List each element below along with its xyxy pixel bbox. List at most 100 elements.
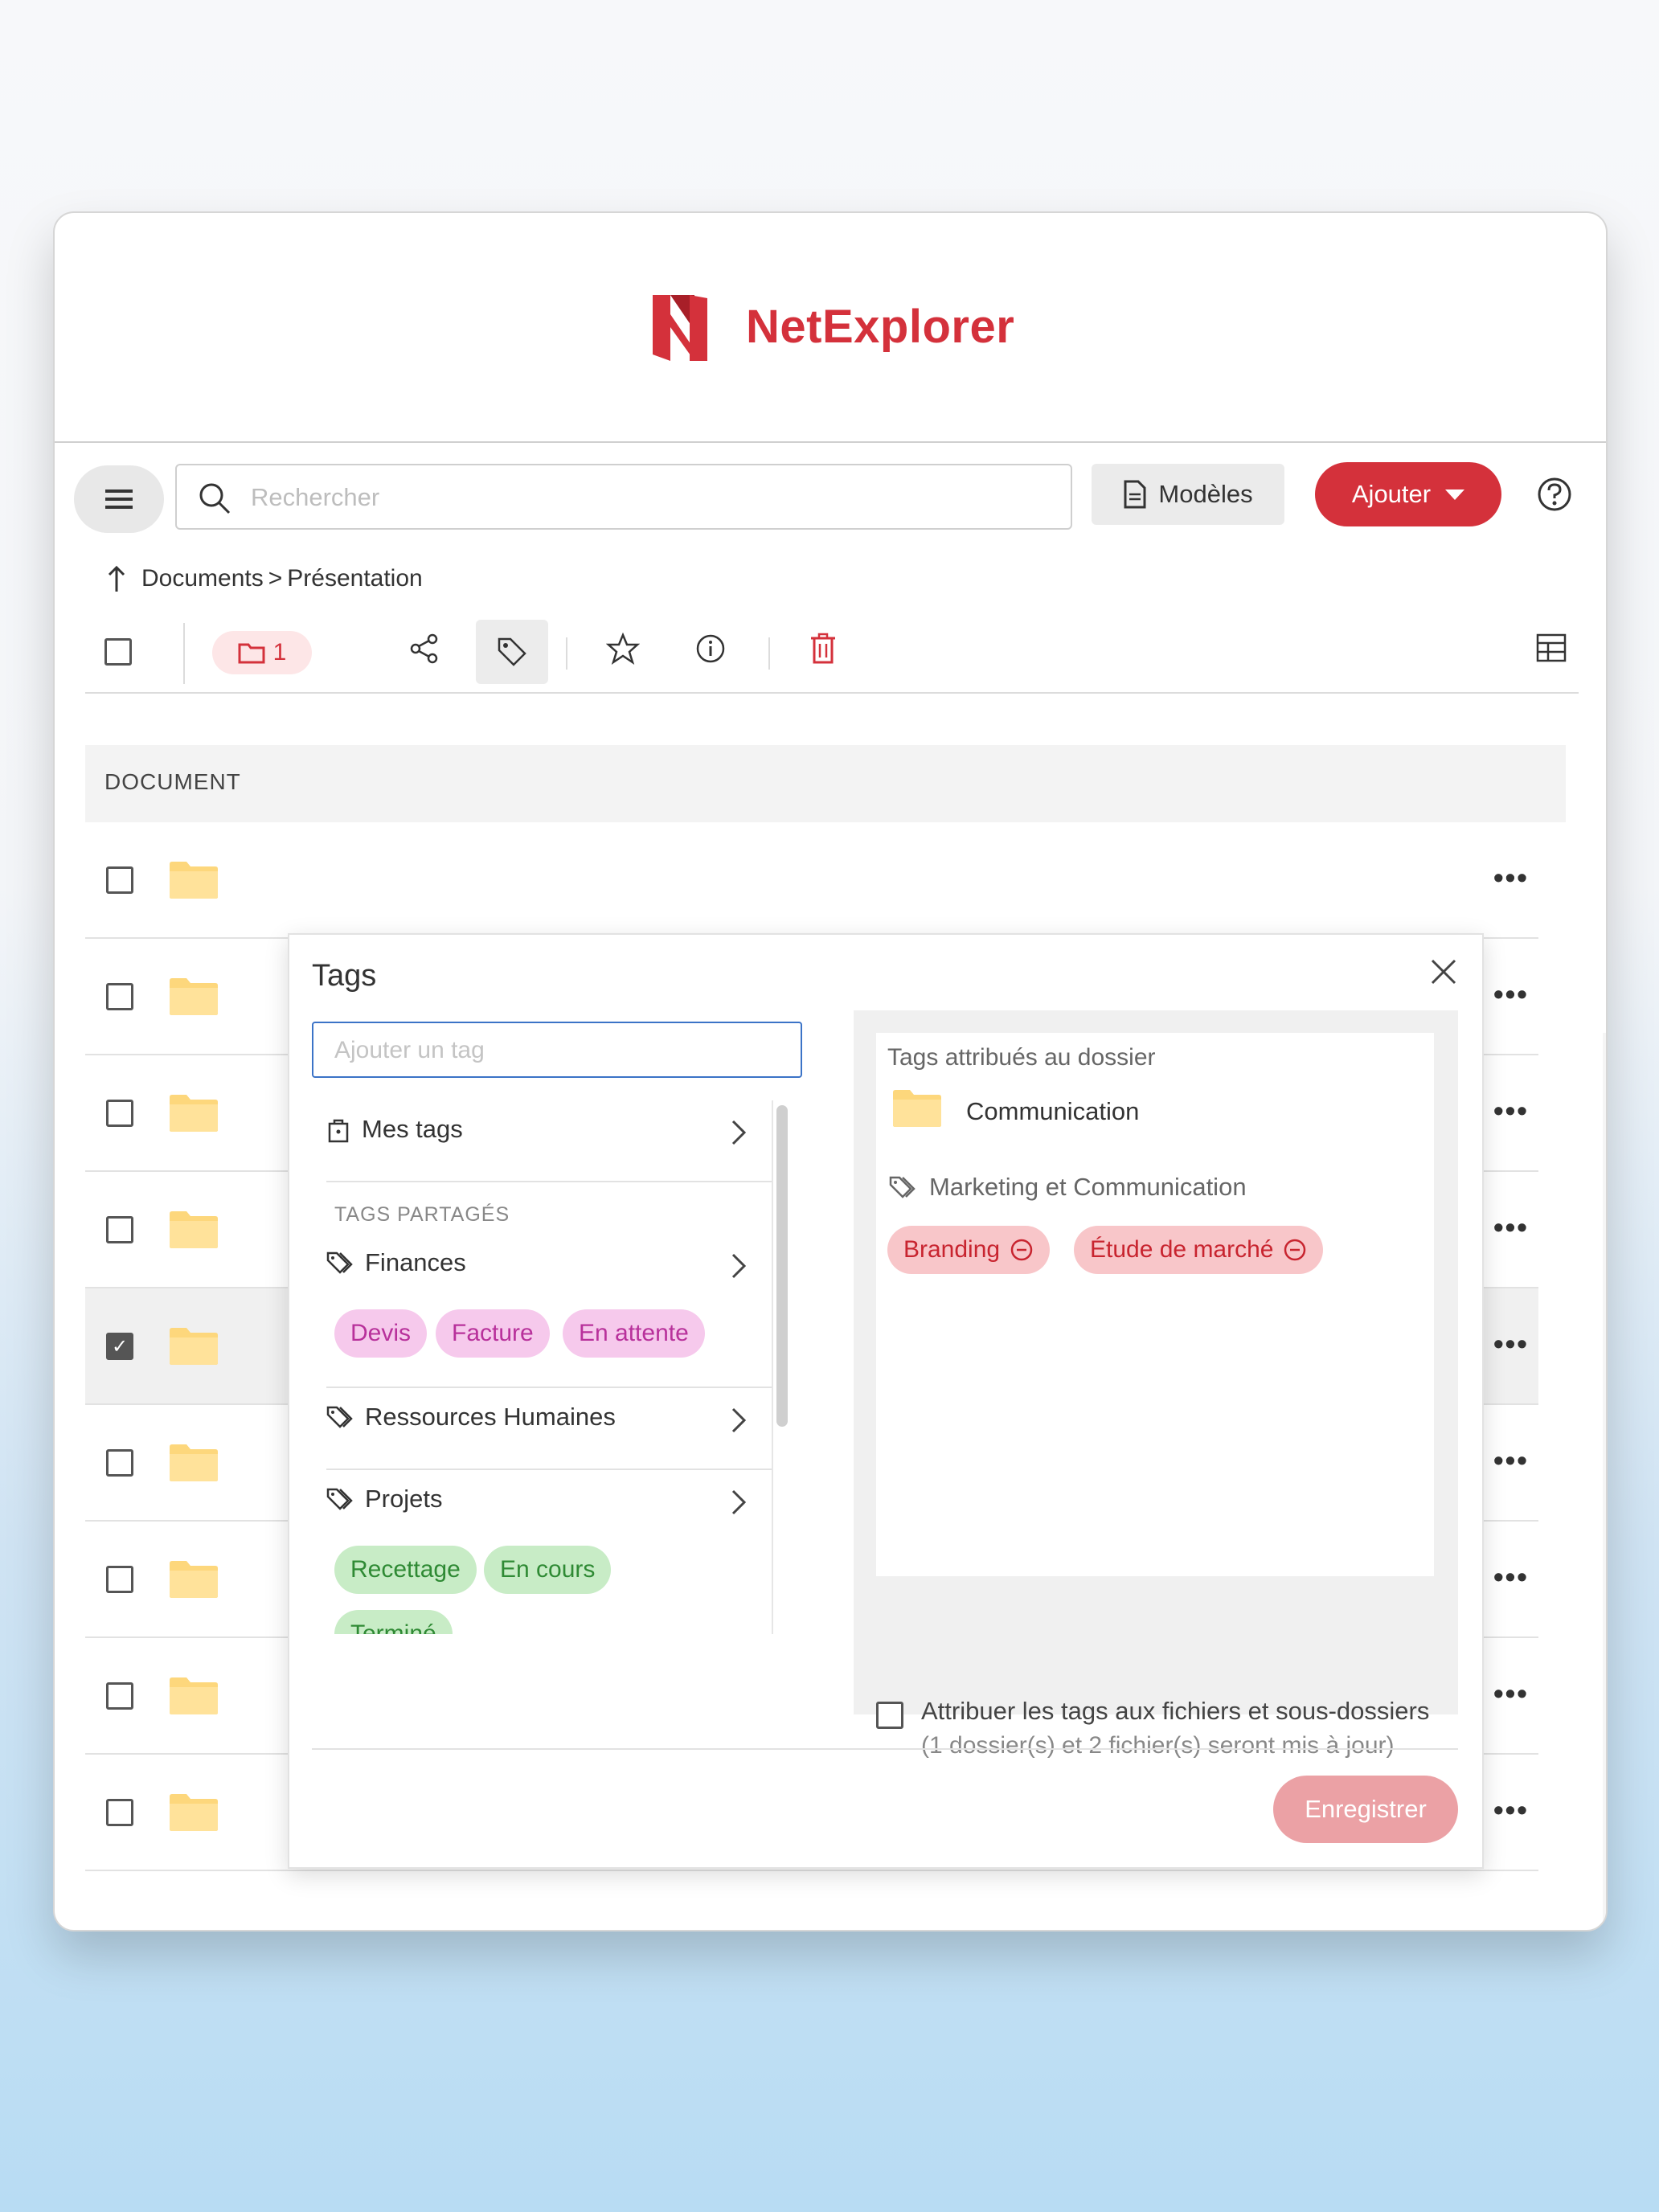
assigned-folder-name: Communication (966, 1097, 1140, 1125)
remove-circle-icon[interactable] (1010, 1238, 1034, 1262)
help-icon[interactable] (1537, 477, 1572, 512)
more-actions-icon[interactable]: ••• (1493, 1560, 1529, 1594)
breadcrumb: Documents > Présentation (104, 559, 423, 599)
table-row[interactable]: ••• (85, 822, 1538, 939)
folder-icon (170, 1328, 218, 1365)
apply-recursive-checkbox[interactable] (876, 1702, 903, 1729)
assigned-tag-chip: Branding (887, 1226, 1051, 1274)
apply-recursive-label: Attribuer les tags aux fichiers et sous-… (921, 1697, 1430, 1725)
folder-icon (170, 978, 218, 1015)
assigned-group-name: Marketing et Communication (929, 1173, 1247, 1201)
tag-group-finances[interactable]: Finances (326, 1248, 776, 1279)
info-icon[interactable] (694, 633, 727, 665)
arrow-up-icon[interactable] (104, 564, 129, 593)
folder-outline-icon (238, 643, 265, 664)
document-icon (1124, 480, 1146, 509)
more-actions-icon[interactable]: ••• (1493, 1327, 1529, 1361)
tag-chip[interactable]: Facture (436, 1309, 550, 1358)
breadcrumb-separator: > (268, 565, 283, 592)
row-checkbox[interactable] (106, 1799, 133, 1826)
toolbar-underline (85, 692, 1579, 694)
folder-icon (893, 1090, 941, 1127)
list-divider (326, 1469, 772, 1470)
assigned-tag-group: Marketing et Communication (889, 1173, 1247, 1202)
folder-icon (170, 862, 218, 899)
close-icon[interactable] (1429, 957, 1458, 986)
row-checkbox[interactable] (106, 1682, 133, 1710)
dialog-footer-divider (312, 1748, 1458, 1750)
tag-group-rh[interactable]: Ressources Humaines (326, 1403, 776, 1433)
assigned-tags-area: Tags attribués au dossier Communication … (854, 1010, 1458, 1759)
chevron-right-icon (731, 1120, 747, 1145)
assigned-tag-label: Étude de marché (1090, 1236, 1274, 1263)
shared-tags-section-label: TAGS PARTAGÉS (334, 1203, 510, 1226)
trash-icon[interactable] (809, 633, 838, 665)
more-actions-icon[interactable]: ••• (1493, 977, 1529, 1011)
table-scroll-track[interactable] (1603, 1033, 1606, 1930)
tag-chip[interactable]: Recettage (334, 1546, 477, 1594)
more-actions-icon[interactable]: ••• (1493, 861, 1529, 895)
my-tags-item[interactable]: Mes tags (326, 1115, 776, 1145)
more-actions-icon[interactable]: ••• (1493, 1210, 1529, 1244)
tag-group-projets[interactable]: Projets (326, 1485, 776, 1515)
row-checkbox[interactable] (106, 866, 133, 894)
tags-dialog: Tags Mes tags TAGS PARTAGÉS (288, 933, 1484, 1869)
column-header-document[interactable]: DOCUMENT (104, 769, 241, 795)
tags-icon (326, 1488, 353, 1510)
toolbar-divider (566, 637, 567, 670)
tag-list: Mes tags TAGS PARTAGÉS Finances Devis Fa… (326, 1100, 776, 1634)
select-all-checkbox[interactable] (104, 638, 132, 666)
add-tag-field (312, 1022, 802, 1078)
add-button[interactable]: Ajouter (1315, 462, 1501, 526)
templates-label: Modèles (1158, 480, 1253, 508)
more-actions-icon[interactable]: ••• (1493, 1677, 1529, 1710)
tag-list-scroll-track[interactable] (772, 1100, 773, 1634)
tags-icon (889, 1176, 916, 1198)
list-divider (326, 1181, 772, 1182)
row-checkbox[interactable] (106, 983, 133, 1010)
row-checkbox[interactable] (106, 1566, 133, 1593)
chevron-right-icon (731, 1253, 747, 1279)
selection-toolbar: 1 (55, 613, 1606, 684)
tag-list-scrollbar[interactable] (776, 1105, 788, 1427)
list-divider (326, 1387, 772, 1388)
selection-count-badge[interactable]: 1 (212, 631, 312, 674)
more-actions-icon[interactable]: ••• (1493, 1094, 1529, 1128)
share-icon[interactable] (408, 633, 440, 665)
toolbar-divider (183, 623, 185, 684)
lock-tag-icon (328, 1119, 349, 1143)
star-icon[interactable] (606, 633, 640, 665)
hamburger-icon (105, 490, 133, 509)
app-header: NetExplorer (55, 213, 1606, 443)
tag-chip[interactable]: En cours (484, 1546, 612, 1594)
save-button[interactable]: Enregistrer (1273, 1776, 1458, 1843)
remove-circle-icon[interactable] (1283, 1238, 1307, 1262)
menu-button[interactable] (74, 465, 164, 533)
toolbar-divider (768, 637, 770, 670)
search-input[interactable] (249, 477, 1040, 518)
more-actions-icon[interactable]: ••• (1493, 1793, 1529, 1827)
row-checkbox[interactable] (106, 1216, 133, 1243)
apply-recursive-note: (1 dossier(s) et 2 fichier(s) seront mis… (921, 1732, 1395, 1759)
folder-icon (170, 1794, 218, 1831)
row-checkbox[interactable]: ✓ (106, 1333, 133, 1360)
tag-group-name: Finances (365, 1248, 466, 1276)
tags-button[interactable] (476, 620, 548, 684)
tag-chip[interactable]: Terminé (334, 1610, 453, 1634)
row-checkbox[interactable] (106, 1449, 133, 1477)
app-logo: NetExplorer (649, 290, 1014, 363)
app-name: NetExplorer (746, 300, 1015, 353)
add-tag-input[interactable] (333, 1031, 786, 1070)
folder-icon (170, 1211, 218, 1248)
tags-icon (326, 1251, 353, 1274)
more-actions-icon[interactable]: ••• (1493, 1444, 1529, 1477)
caret-down-icon (1445, 489, 1465, 500)
tag-chip[interactable]: En attente (563, 1309, 705, 1358)
breadcrumb-root[interactable]: Documents (141, 565, 264, 592)
tag-chip[interactable]: Devis (334, 1309, 428, 1358)
my-tags-label: Mes tags (362, 1115, 463, 1143)
table-view-icon[interactable] (1535, 633, 1567, 663)
assigned-tag-label: Branding (903, 1236, 1001, 1263)
templates-button[interactable]: Modèles (1092, 464, 1284, 525)
row-checkbox[interactable] (106, 1100, 133, 1127)
